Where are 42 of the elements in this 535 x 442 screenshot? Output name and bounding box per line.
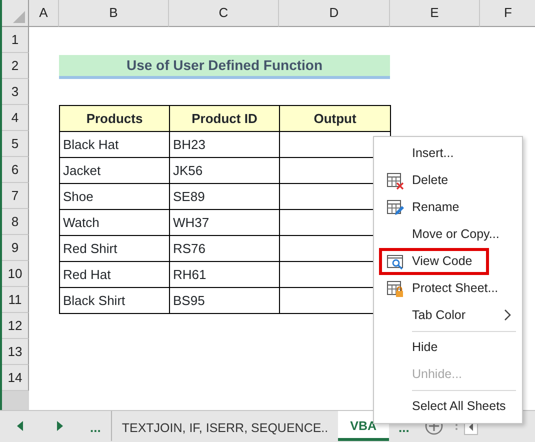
rename-pencil-icon (386, 199, 404, 217)
row-header[interactable]: 3 (2, 79, 29, 105)
view-code-icon (386, 253, 404, 271)
row-header[interactable]: 12 (2, 313, 29, 339)
column-header[interactable]: F (480, 0, 535, 27)
row-header[interactable]: 11 (2, 287, 29, 313)
more-sheets-button[interactable]: ... (80, 411, 111, 441)
title-cell: Use of User Defined Function (59, 55, 390, 79)
header-cell: Product ID (169, 105, 280, 132)
scroll-right-button[interactable] (57, 421, 63, 431)
row-header[interactable]: 6 (2, 157, 29, 183)
row-header[interactable]: 13 (2, 339, 29, 365)
row-header[interactable]: 10 (2, 261, 29, 287)
column-header[interactable]: A (29, 0, 59, 27)
menu-item[interactable]: Insert... (374, 140, 522, 167)
menu-item[interactable]: Protect Sheet... (374, 275, 522, 302)
menu-item[interactable]: Delete (374, 167, 522, 194)
chevron-right-icon (504, 309, 512, 321)
table-cell: Black Shirt (59, 287, 170, 314)
column-header[interactable]: C (169, 0, 279, 27)
column-header[interactable]: B (59, 0, 169, 27)
column-header[interactable]: D (279, 0, 390, 27)
row-header[interactable]: 2 (2, 53, 29, 79)
scroll-left-button[interactable] (17, 421, 23, 431)
header-cell: Output (279, 105, 391, 132)
menu-item[interactable]: Rename (374, 194, 522, 221)
lock-sheet-icon (386, 280, 404, 298)
row-header[interactable]: 7 (2, 183, 29, 209)
row-header[interactable]: 8 (2, 209, 29, 235)
menu-item[interactable]: Move or Copy... (374, 221, 522, 248)
menu-item[interactable]: Tab Color (374, 302, 522, 329)
delete-table-icon (386, 172, 404, 190)
menu-item[interactable]: View Code (379, 248, 489, 275)
column-header[interactable]: E (390, 0, 480, 27)
row-header[interactable]: 14 (2, 365, 29, 391)
row-header[interactable]: 4 (2, 105, 29, 131)
row-header-blank (2, 391, 29, 410)
menu-item[interactable]: Hide (374, 334, 522, 361)
row-header[interactable]: 5 (2, 131, 29, 157)
row-header[interactable]: 1 (2, 27, 29, 53)
row-header[interactable]: 9 (2, 235, 29, 261)
header-cell: Products (59, 105, 170, 132)
